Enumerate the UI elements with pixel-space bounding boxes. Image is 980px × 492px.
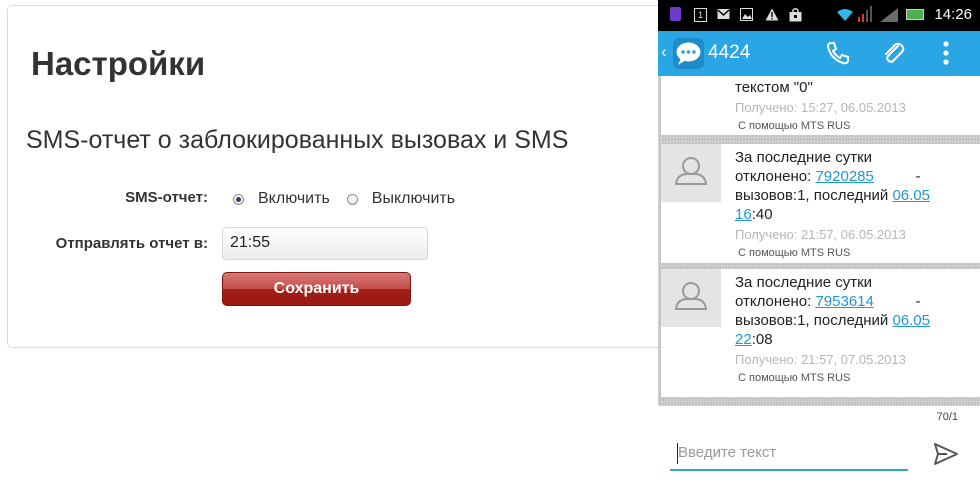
signal-icon — [858, 6, 898, 23]
settings-panel: Настройки SMS-отчет о заблокированных вы… — [7, 5, 697, 348]
message-via: С помощью MTS RUS — [738, 247, 851, 259]
section-title: SMS-отчет о заблокированных вызовах и SM… — [26, 126, 569, 154]
compose-input[interactable]: Введите текст — [670, 440, 908, 471]
send-time-label: Отправлять отчет в: — [55, 235, 208, 252]
save-button[interactable]: Сохранить — [222, 272, 411, 306]
date-link[interactable]: 06.05 — [892, 312, 930, 329]
person-icon — [674, 282, 708, 310]
message-text: За последние сутки отклонено: 7920285 - вы… — [735, 149, 930, 223]
message-item[interactable]: текстом "0" Получено: 15:27, 06.05.2013 … — [661, 76, 980, 136]
action-bar: ‹ 4424 — [658, 31, 980, 76]
chat-icon[interactable] — [673, 38, 704, 69]
radio-enable-label[interactable]: Включить — [258, 190, 330, 208]
send-icon[interactable] — [933, 442, 959, 471]
person-icon — [674, 157, 708, 185]
contact-avatar[interactable] — [661, 269, 721, 327]
time-link[interactable]: 16 — [735, 206, 752, 223]
wifi-icon — [836, 8, 854, 22]
mail-icon — [717, 8, 730, 22]
date-link[interactable]: 06.05 — [892, 187, 930, 204]
message-text: За последние сутки отклонено: 7953614 - вы… — [735, 274, 930, 348]
message-text: текстом "0" — [735, 79, 813, 96]
message-item[interactable]: За последние сутки отклонено: 7920285 - вы… — [661, 144, 980, 264]
battery-icon — [906, 9, 924, 20]
radio-disable-label[interactable]: Выключить — [372, 190, 455, 208]
attach-icon[interactable] — [880, 40, 906, 71]
back-icon[interactable]: ‹ — [661, 42, 667, 62]
time-link[interactable]: 22 — [735, 331, 752, 348]
message-via: С помощью MTS RUS — [738, 120, 851, 132]
message-received: Получено: 15:27, 06.05.2013 — [735, 100, 906, 115]
contact-avatar[interactable] — [661, 144, 721, 202]
phone-call-icon[interactable] — [825, 40, 851, 71]
overflow-menu-icon[interactable] — [942, 40, 950, 71]
sms-report-label: SMS-отчет: — [125, 189, 208, 206]
calendar-icon: 1 — [694, 8, 707, 22]
notes-icon — [670, 7, 681, 21]
message-thread[interactable]: текстом "0" Получено: 15:27, 06.05.2013 … — [658, 76, 980, 406]
contact-title: 4424 — [708, 42, 751, 63]
phone-screen: 1 14:26 ‹ 4424 текстом "0" Получено: 15:… — [658, 0, 980, 492]
message-item[interactable]: За последние сутки отклонено: 7953614 - вы… — [661, 269, 980, 398]
message-via: С помощью MTS RUS — [738, 372, 851, 384]
send-time-input[interactable]: 21:55 — [222, 227, 428, 260]
message-received: Получено: 21:57, 07.05.2013 — [735, 352, 906, 367]
radio-enable[interactable] — [233, 193, 244, 205]
status-time: 14:26 — [934, 6, 972, 23]
message-received: Получено: 21:57, 06.05.2013 — [735, 227, 906, 242]
status-bar: 1 14:26 — [658, 0, 980, 31]
character-counter: 70/1 — [936, 411, 958, 423]
page-title: Настройки — [31, 45, 206, 82]
image-icon — [740, 8, 753, 22]
warning-icon — [765, 8, 779, 22]
phone-number-link[interactable]: 7953614 — [815, 293, 873, 310]
bag-icon — [789, 8, 802, 22]
text-cursor — [677, 443, 678, 464]
phone-number-link[interactable]: 7920285 — [815, 168, 873, 185]
radio-disable[interactable] — [346, 193, 358, 205]
sms-report-radio-group: Включить Выключить — [233, 190, 472, 208]
